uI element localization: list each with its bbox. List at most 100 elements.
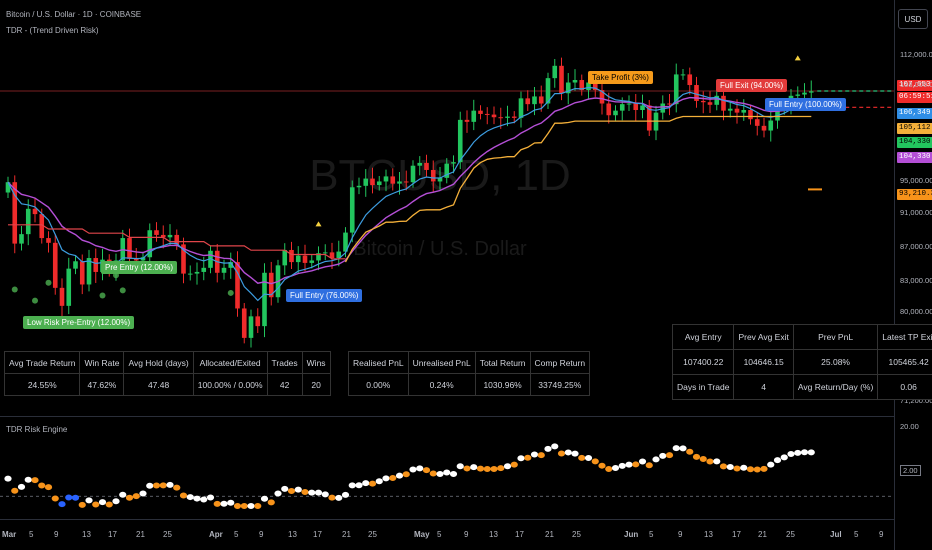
candle-body [613, 110, 618, 116]
stat-value: 100.00% / 0.00% [192, 373, 268, 396]
osc-dot [220, 500, 228, 507]
stat-header: Avg Hold (days) [123, 351, 194, 374]
candle-body [363, 178, 369, 186]
candle-body [221, 267, 227, 273]
indicator-title[interactable]: TDR - (Trend Driven Risk) [6, 26, 99, 35]
symbol-title[interactable]: Bitcoin / U.S. Dollar · 1D · COINBASE [6, 10, 141, 19]
osc-dot [645, 462, 653, 469]
time-tick-label: Jul [830, 530, 842, 539]
osc-dot [436, 471, 444, 478]
signal-label: Full Exit (94.00%) [716, 79, 788, 92]
osc-dot [247, 503, 255, 510]
currency-button[interactable]: USD [898, 9, 928, 29]
candle-body [768, 120, 774, 131]
stat-header: Days in Trade [671, 374, 735, 400]
osc-dot [544, 445, 552, 452]
osc-dot [186, 494, 194, 501]
pre-entry-marker [119, 287, 126, 294]
candle-body [403, 181, 409, 183]
stat-value: 47.62% [79, 373, 125, 396]
osc-dot [537, 452, 545, 459]
osc-dot [267, 499, 275, 506]
osc-dot [713, 458, 721, 465]
signal-triangle [794, 55, 801, 61]
candle-body [430, 169, 436, 182]
price-tag: 06:59:51 [897, 92, 932, 103]
osc-dot [85, 497, 93, 504]
osc-dot [4, 475, 12, 482]
stat-header: Total Return [474, 351, 531, 374]
osc-dot [355, 482, 363, 489]
candle-body [417, 162, 423, 166]
osc-dot [65, 494, 73, 501]
stat-value: 0.00% [348, 373, 409, 396]
osc-dot [159, 482, 167, 489]
osc-dot [105, 501, 113, 508]
osc-dot [800, 449, 809, 456]
time-tick-label: Mar [2, 530, 17, 539]
osc-dot [611, 465, 620, 472]
pre-entry-marker [227, 289, 234, 296]
stat-value: 0.24% [407, 373, 476, 396]
osc-dot [166, 481, 174, 488]
osc-dot [490, 466, 498, 473]
osc-dot [179, 492, 188, 499]
signal-label: Low Risk Pre-Entry (12.00%) [23, 316, 135, 329]
signal-label: Pre Entry (12.00%) [101, 261, 178, 274]
osc-dot [98, 499, 107, 506]
osc-dot [348, 482, 356, 489]
osc-dot [321, 491, 329, 498]
candle-body [640, 105, 645, 111]
candle-body [532, 96, 537, 105]
candle-body [572, 80, 578, 83]
osc-dot [767, 461, 775, 468]
osc-dot [740, 464, 748, 471]
osc-dot [524, 454, 532, 461]
osc-dot [598, 462, 606, 469]
candle-body [349, 187, 355, 233]
time-tick-label: 9 [879, 530, 884, 539]
stat-header: Comp Return [529, 351, 591, 374]
osc-dot [416, 465, 424, 472]
candle-body [754, 119, 760, 126]
price-tick-label: 95,000.00 [900, 176, 932, 185]
osc-dot [78, 501, 86, 508]
osc-dot [173, 484, 181, 491]
osc-dot [328, 494, 336, 501]
osc-dot [692, 453, 701, 460]
candle-body [538, 96, 544, 104]
candle-body [289, 249, 294, 263]
time-tick-label: 17 [732, 530, 741, 539]
osc-dot [780, 454, 788, 461]
price-tag: 104,330.03 [897, 152, 932, 163]
osc-dot [24, 476, 32, 483]
time-tick-label: 17 [108, 530, 117, 539]
oscillator-title[interactable]: TDR Risk Engine [6, 425, 67, 434]
pre-entry-marker [45, 279, 52, 286]
osc-dot [551, 443, 559, 450]
osc-dot [517, 455, 525, 462]
signal-label: Take Profit (3%) [588, 71, 653, 84]
candle-body [322, 252, 328, 254]
time-tick-label: 25 [368, 530, 377, 539]
candle-body [32, 208, 38, 215]
osc-dot [38, 482, 46, 489]
time-tick-label: 17 [515, 530, 524, 539]
candle-body [255, 316, 261, 327]
osc-dot [274, 490, 282, 497]
osc-dot [213, 500, 221, 507]
time-tick-label: 5 [29, 530, 34, 539]
osc-dot [287, 488, 296, 495]
osc-dot [362, 480, 370, 487]
candle-body [559, 65, 564, 94]
time-tick-label: 13 [489, 530, 498, 539]
candle-body [680, 74, 686, 76]
stat-header: Win Rate [79, 351, 125, 374]
osc-dot [409, 466, 417, 473]
osc-dot [760, 465, 768, 472]
osc-dot [308, 489, 316, 496]
osc-dot [557, 450, 566, 457]
candle-body [700, 100, 706, 103]
time-tick-label: 9 [464, 530, 469, 539]
stat-value: 47.48 [123, 373, 194, 396]
